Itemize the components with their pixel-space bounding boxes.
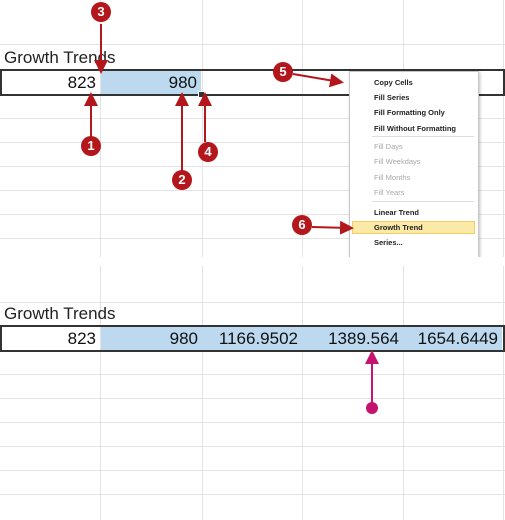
cell-e-selected[interactable]: 1654.6449 [403, 327, 502, 350]
column-gridline [403, 266, 404, 520]
sheet-title: Growth Trends [4, 304, 116, 323]
callout-3: 3 [91, 2, 111, 22]
top-panel: Growth Trends 823 980 Copy Cells Fill Se… [0, 0, 505, 257]
row-gridline [0, 302, 505, 303]
row-gridline [0, 422, 505, 423]
cell-b-selected[interactable]: 980 [101, 71, 201, 94]
column-gridline [302, 266, 303, 520]
row-gridline [0, 398, 505, 399]
column-gridline [503, 0, 504, 257]
menu-item-fill-days: Fill Days [374, 142, 403, 151]
row-gridline [0, 374, 505, 375]
menu-item-copy-cells[interactable]: Copy Cells [374, 78, 413, 87]
callout-1: 1 [81, 136, 101, 156]
autofill-options-menu: Copy Cells Fill Series Fill Formatting O… [349, 71, 479, 257]
menu-item-growth-trend[interactable]: Growth Trend [374, 223, 423, 232]
menu-item-fill-months: Fill Months [374, 173, 411, 182]
menu-separator [372, 201, 474, 202]
result-arrow-dot [366, 402, 378, 414]
row-gridline [0, 446, 505, 447]
menu-item-fill-years: Fill Years [374, 188, 405, 197]
fill-handle[interactable] [198, 91, 205, 98]
cell-b-selected[interactable]: 980 [101, 327, 202, 350]
row-gridline [0, 44, 505, 45]
menu-separator [372, 136, 474, 137]
menu-item-series[interactable]: Series... [374, 238, 403, 247]
panel-separator [0, 257, 505, 266]
sheet-title: Growth Trends [4, 48, 116, 67]
menu-item-fill-series[interactable]: Fill Series [374, 93, 409, 102]
row-gridline [0, 494, 505, 495]
callout-6: 6 [292, 215, 312, 235]
column-gridline [202, 266, 203, 520]
callout-5: 5 [273, 62, 293, 82]
cell-a[interactable]: 823 [2, 71, 100, 94]
callout-2: 2 [172, 170, 192, 190]
cell-d-selected[interactable]: 1389.564 [302, 327, 403, 350]
menu-item-fill-weekdays: Fill Weekdays [374, 157, 421, 166]
callout-4: 4 [198, 142, 218, 162]
row-gridline [0, 470, 505, 471]
menu-item-fill-formatting-only[interactable]: Fill Formatting Only [374, 108, 445, 117]
column-gridline [503, 266, 504, 520]
arrow-6 [311, 220, 354, 235]
bottom-panel: Growth Trends 823 980 1166.9502 1389.564… [0, 266, 505, 520]
column-gridline [100, 0, 101, 257]
menu-item-fill-without-formatting[interactable]: Fill Without Formatting [374, 124, 456, 133]
cell-a[interactable]: 823 [2, 327, 100, 350]
cell-c-selected[interactable]: 1166.9502 [202, 327, 302, 350]
column-gridline [202, 0, 203, 257]
menu-item-linear-trend[interactable]: Linear Trend [374, 208, 419, 217]
